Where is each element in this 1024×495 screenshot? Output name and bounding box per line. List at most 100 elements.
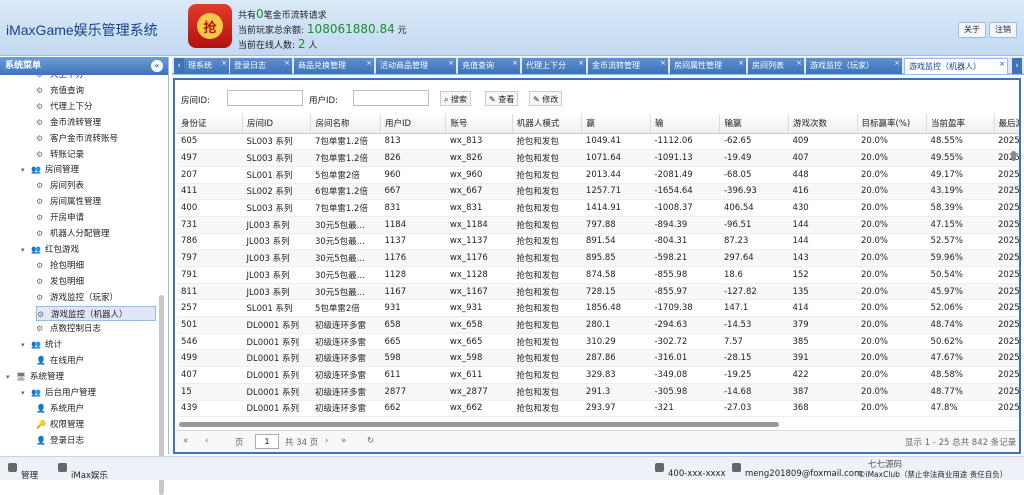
table-row[interactable]: 400 SL003 系列 7包单雷1.2倍 831 wx_831 抢包和发包 1414.91… [177, 199, 1019, 217]
table-row[interactable]: 411 SL002 系列 6包单雷1.2倍 667 wx_667 抢包和发包 1257.71… [177, 183, 1019, 201]
table-row[interactable]: 499 DL0001 系列 初级连环多雷 598 wx_598 抢包和发包 287.86 -3… [177, 349, 1019, 368]
sidebar-item[interactable]: ⚙ 转账记录 [36, 147, 84, 162]
collapse-icon[interactable]: « [151, 60, 163, 72]
prev-page-icon[interactable]: ‹ [205, 436, 208, 446]
expand-icon[interactable]: ▾ [21, 163, 29, 178]
tab[interactable]: 房间列表 × [748, 58, 804, 74]
table-row[interactable]: 207 SL001 系列 5包单雷2倍 960 wx_960 抢包和发包 2013.44 -2… [177, 166, 1019, 184]
sidebar-item[interactable]: ⚙ 抢包明细 [36, 258, 84, 273]
tab[interactable]: 活动商品管理 × [376, 58, 456, 74]
tab-scroll-left-icon[interactable]: ‹ [174, 58, 184, 74]
sidebar-item[interactable]: ▾ 👥 红包游戏 [21, 242, 79, 257]
tab[interactable]: 游戏监控（玩家） × [806, 58, 902, 74]
tab[interactable]: 充值查询 × [458, 58, 520, 74]
sidebar-item[interactable]: ▾ 🖥 系统管理 [6, 369, 64, 384]
table-row[interactable]: 407 DL0001 系列 初级连环多雷 611 wx_611 抢包和发包 329.83 -3… [177, 366, 1019, 384]
close-tab-icon[interactable]: × [221, 58, 227, 71]
tab-scroll-right-icon[interactable]: › [1012, 58, 1022, 74]
table-row[interactable]: 786 JL003 系列 30元5包最... 1137 wx_1137 抢包和发包 891.… [177, 233, 1019, 251]
sidebar-item[interactable]: ▾ 👥 统计 [21, 337, 62, 352]
last-page-icon[interactable]: » [341, 436, 346, 446]
sidebar-item[interactable]: ⚙ 游戏监控（玩家） [36, 290, 118, 305]
column-header[interactable]: 账号 [445, 114, 513, 134]
table-row[interactable]: 546 DL0001 系列 初级连环多雷 665 wx_665 抢包和发包 310.29 -3… [177, 333, 1019, 351]
room-id-input[interactable] [227, 90, 303, 106]
tab[interactable]: 理系统 × [184, 58, 229, 74]
sidebar-item[interactable]: ⚙ 充值查询 [36, 83, 84, 98]
column-header[interactable]: 当前盈率 [926, 114, 995, 134]
table-row[interactable]: 791 JL003 系列 30元5包最... 1128 wx_1128 抢包和发包 874.… [177, 266, 1019, 284]
next-page-icon[interactable]: › [325, 436, 328, 446]
table-row[interactable]: 15 DL0001 系列 初级连环多雷 2877 wx_2877 抢包和发包 291.3 -3… [177, 383, 1019, 401]
table-row[interactable]: 257 SL001 系列 5包单雷2倍 931 wx_931 抢包和发包 1856.48 -1… [177, 299, 1019, 318]
sidebar-item[interactable]: ⚙ 代理上下分 [36, 99, 93, 114]
sidebar-item[interactable]: ⚙ 点数控制日志 [36, 321, 101, 336]
tab[interactable]: 代理上下分 × [522, 58, 586, 74]
sidebar-item[interactable]: ⚙ 游戏监控（机器人） [36, 305, 156, 321]
logout-button[interactable]: 注销 [989, 22, 1017, 38]
close-tab-icon[interactable]: × [796, 58, 802, 71]
sidebar-item[interactable]: ⚙ 金币流转管理 [36, 115, 101, 130]
grid-vertical-scrollbar[interactable] [1011, 114, 1017, 404]
sidebar-item[interactable]: 👤 在线用户 [36, 353, 84, 368]
first-page-icon[interactable]: « [183, 436, 188, 446]
expand-icon[interactable]: ▾ [21, 243, 29, 258]
column-header[interactable]: 房间名称 [310, 114, 381, 134]
close-tab-icon[interactable]: × [284, 58, 290, 71]
sidebar-item[interactable]: ⚙ 开房申请 [36, 210, 84, 225]
expand-icon[interactable]: ▾ [6, 370, 14, 385]
close-tab-icon[interactable]: × [448, 58, 454, 71]
about-button[interactable]: 关于 [958, 22, 986, 38]
refresh-icon[interactable]: ↻ [367, 436, 374, 446]
column-header[interactable]: 机器人模式 [512, 114, 583, 134]
close-tab-icon[interactable]: × [512, 58, 518, 71]
close-tab-icon[interactable]: × [999, 59, 1005, 72]
tab[interactable]: 登录日志 × [230, 58, 292, 74]
sidebar-item[interactable]: ⚙ 机器人分配管理 [36, 226, 110, 241]
close-tab-icon[interactable]: × [660, 58, 666, 71]
column-header[interactable]: 目标赢率(%) [857, 114, 928, 134]
sidebar-item[interactable]: ⚙ 客户金币流转账号 [36, 131, 118, 146]
close-tab-icon[interactable]: × [894, 58, 900, 71]
sidebar-item[interactable]: 🔑 权限管理 [36, 417, 84, 432]
column-header[interactable]: 身份证 [177, 114, 243, 134]
table-row[interactable]: 811 JL003 系列 30元5包最... 1167 wx_1167 抢包和发包 728.… [177, 283, 1019, 301]
grid-horizontal-scrollbar[interactable] [179, 422, 779, 427]
sidebar-item[interactable]: 👤 登录日志 [36, 433, 84, 448]
edit-button[interactable]: ✎ 修改 [529, 91, 563, 106]
column-header[interactable]: 房间ID [242, 114, 312, 134]
sidebar-item[interactable]: ⚙ 房间列表 [36, 178, 84, 193]
table-cell: 48.74% [926, 316, 995, 334]
table-row[interactable]: 605 SL003 系列 7包单雷1.2倍 813 wx_813 抢包和发包 1049.41… [177, 133, 1019, 151]
close-tab-icon[interactable]: × [366, 58, 372, 71]
page-number-input[interactable] [255, 434, 279, 449]
sidebar-item[interactable]: ⚙大上下分 [36, 75, 84, 82]
sidebar-item[interactable]: 👤 系统用户 [36, 401, 84, 416]
column-header[interactable]: 用户ID [380, 114, 447, 134]
column-header[interactable]: 游戏次数 [788, 114, 858, 134]
tab[interactable]: 商品兑换管理 × [294, 58, 374, 74]
tab[interactable]: 金币流转管理 × [588, 58, 668, 74]
column-header[interactable]: 输 [650, 114, 721, 134]
table-row[interactable]: 731 JL003 系列 30元5包最... 1184 wx_1184 抢包和发包 797.… [177, 216, 1019, 234]
user-icon: 👤 [36, 356, 46, 366]
column-header[interactable]: 赢 [581, 114, 651, 134]
tab[interactable]: 房间属性管理 × [670, 58, 746, 74]
table-row[interactable]: 497 SL003 系列 7包单雷1.2倍 826 wx_826 抢包和发包 1071.64… [177, 149, 1019, 167]
sidebar-item[interactable]: ▾ 👥 后台用户管理 [21, 385, 96, 400]
search-button[interactable]: ⌕ 搜索 [440, 91, 472, 106]
column-header[interactable]: 输赢 [719, 114, 789, 134]
view-button[interactable]: ✎ 查看 [485, 91, 519, 106]
close-tab-icon[interactable]: × [738, 58, 744, 71]
expand-icon[interactable]: ▾ [21, 386, 29, 401]
user-id-input[interactable] [353, 90, 429, 106]
sidebar-item[interactable]: ⚙ 发包明细 [36, 274, 84, 289]
table-row[interactable]: 797 JL003 系列 30元5包最... 1176 wx_1176 抢包和发包 895.… [177, 249, 1019, 267]
tab[interactable]: 游戏监控（机器人） × [904, 58, 1008, 74]
close-tab-icon[interactable]: × [578, 58, 584, 71]
table-row[interactable]: 439 DL0001 系列 初级连环多雷 662 wx_662 抢包和发包 293.97 -3… [177, 400, 1019, 418]
expand-icon[interactable]: ▾ [21, 338, 29, 353]
table-row[interactable]: 501 DL0001 系列 初级连环多雷 658 wx_658 抢包和发包 280.1 -29… [177, 316, 1019, 334]
sidebar-item[interactable]: ▾ 👥 房间管理 [21, 162, 79, 177]
sidebar-item[interactable]: ⚙ 房间属性管理 [36, 194, 101, 209]
